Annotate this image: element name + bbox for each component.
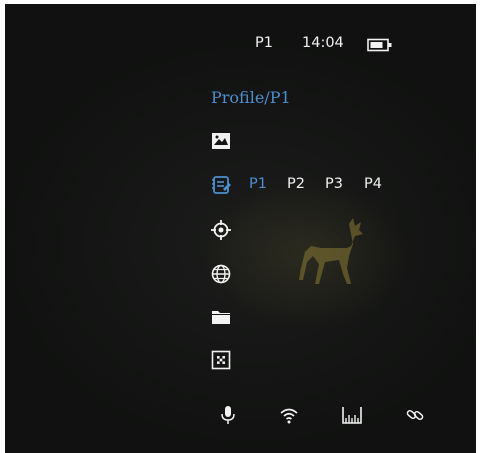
clock: 14:04 — [302, 35, 344, 51]
viewfinder-screen: P1 14:04 Profile/P1 P1 P2 P3 P4 — [5, 4, 476, 453]
wifi-icon[interactable] — [278, 404, 300, 426]
crosshair-icon[interactable] — [210, 219, 232, 241]
battery-icon — [367, 37, 393, 52]
menu-title: Profile/P1 — [211, 88, 291, 107]
image-icon[interactable] — [210, 130, 232, 152]
pattern-icon[interactable] — [210, 349, 232, 371]
microphone-icon[interactable] — [217, 404, 239, 426]
profile-option-p4[interactable]: P4 — [364, 176, 382, 192]
link-icon[interactable] — [404, 404, 426, 426]
profile-option-p1[interactable]: P1 — [249, 176, 267, 192]
globe-icon[interactable] — [210, 263, 232, 285]
ruler-icon[interactable] — [341, 404, 363, 426]
folder-icon[interactable] — [210, 306, 232, 328]
profile-option-p2[interactable]: P2 — [287, 176, 305, 192]
profile-icon[interactable] — [210, 174, 232, 196]
deer-silhouette — [299, 218, 363, 284]
current-profile-indicator: P1 — [255, 35, 273, 51]
profile-option-p3[interactable]: P3 — [325, 176, 343, 192]
